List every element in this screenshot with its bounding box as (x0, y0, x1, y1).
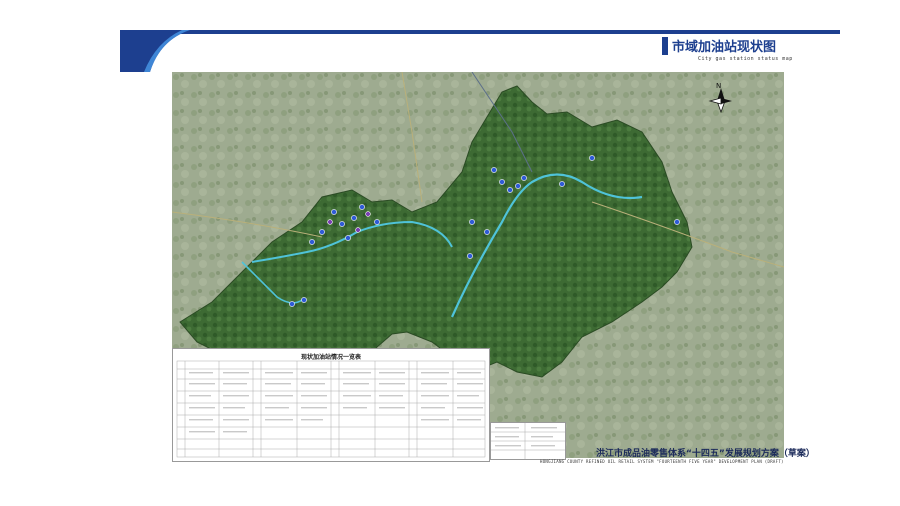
header-wedge-graphic (120, 30, 190, 72)
header-stripe (120, 30, 840, 34)
station-marker (309, 239, 315, 245)
station-marker (469, 219, 475, 225)
plan-subtitle: HONGJIANG COUNTY REFINED OIL RETAIL SYST… (540, 459, 784, 464)
map-legend-box (490, 422, 566, 460)
station-marker (331, 209, 337, 215)
station-marker (491, 167, 497, 173)
station-marker (327, 219, 333, 225)
station-marker (515, 183, 521, 189)
station-marker (301, 297, 307, 303)
station-marker (674, 219, 680, 225)
station-marker (559, 181, 565, 187)
station-marker (374, 219, 380, 225)
station-marker (359, 204, 365, 210)
station-marker (345, 235, 351, 241)
north-label: N (716, 82, 722, 90)
station-marker (467, 253, 473, 259)
station-marker (289, 301, 295, 307)
title-accent-bar (662, 37, 668, 55)
station-marker (355, 227, 361, 233)
station-table-panel: 现状加油站情况一览表 (172, 348, 490, 462)
station-marker (365, 211, 371, 217)
station-marker (339, 221, 345, 227)
station-marker (589, 155, 595, 161)
station-marker (351, 215, 357, 221)
station-marker (521, 175, 527, 181)
station-table-grid (176, 360, 486, 458)
station-marker (319, 229, 325, 235)
page-title: 市域加油站现状图 (672, 40, 777, 55)
station-marker (499, 179, 505, 185)
page-subtitle: City gas station status map (698, 56, 793, 62)
plan-title: 洪江市成品油零售体系“十四五”发展规划方案（草案） (596, 449, 815, 459)
station-marker (484, 229, 490, 235)
station-marker (507, 187, 513, 193)
